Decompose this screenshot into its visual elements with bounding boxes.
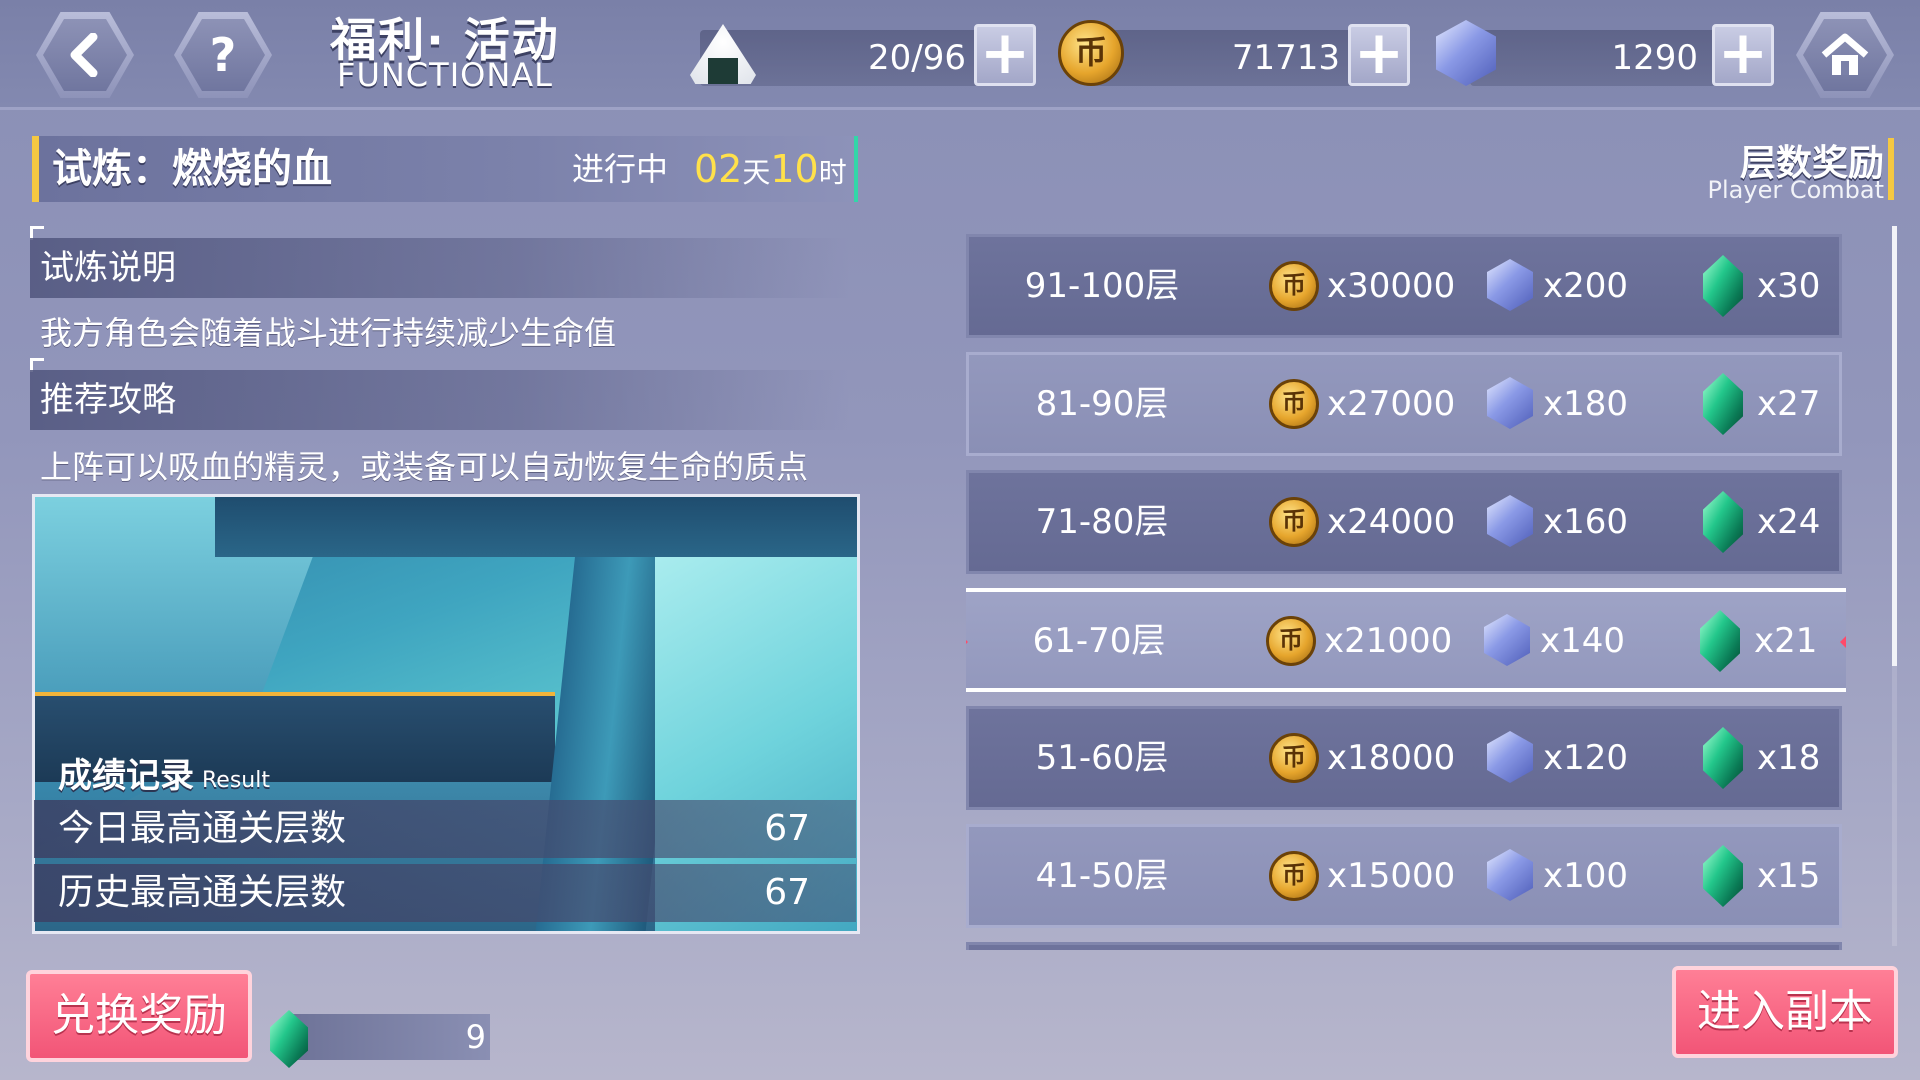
trial-status: 进行中 [572, 150, 669, 188]
description-heading: 试炼说明 [30, 238, 850, 298]
floor-range: 81-90层 [1035, 384, 1169, 424]
gem-count: 9 [465, 1018, 486, 1056]
reward-header-accent [1888, 138, 1894, 200]
selection-arrow-right-icon [1840, 628, 1846, 656]
description-text: 我方角色会随着战斗进行持续减少生命值 [40, 314, 617, 352]
reward-row-selected[interactable]: 61-70层 币 x21000 x140 x21 [966, 588, 1846, 692]
crystal-cube-icon [1487, 849, 1533, 901]
today-best-value: 67 [764, 808, 810, 849]
trial-countdown: 02天10时 [694, 136, 847, 202]
floor-range: 61-70层 [1032, 621, 1166, 661]
gem-reward: x27 [1757, 384, 1821, 424]
gem-reward: x24 [1757, 502, 1821, 542]
floor-range: 51-60层 [1035, 738, 1169, 778]
home-icon [1803, 19, 1887, 91]
gold-coin-icon: 币 [1269, 261, 1319, 311]
result-title-en: Result [202, 768, 270, 793]
floor-range: 41-50层 [1035, 856, 1169, 896]
reward-row[interactable]: 51-60层 币 x18000 x120 x18 [966, 706, 1842, 810]
today-best-row: 今日最高通关层数 67 [34, 800, 856, 858]
back-chevron-icon [43, 19, 127, 91]
green-gem-icon [1703, 727, 1743, 789]
strategy-heading: 推荐攻略 [30, 370, 850, 430]
history-best-value: 67 [764, 872, 810, 913]
reward-row[interactable] [966, 942, 1842, 950]
crystal-reward: x200 [1543, 266, 1629, 306]
gold-reward: x24000 [1327, 502, 1456, 542]
crystal-cube-icon [1487, 731, 1533, 783]
history-best-row: 历史最高通关层数 67 [34, 864, 856, 922]
page-subtitle: FUNCTIONAL [337, 56, 553, 94]
gem-reward: x15 [1757, 856, 1821, 896]
question-icon: ? [181, 19, 265, 91]
floor-range: 91-100层 [1024, 266, 1180, 306]
gold-coin-icon: 币 [1269, 733, 1319, 783]
history-best-label: 历史最高通关层数 [58, 872, 347, 913]
add-gold-button[interactable]: + [1348, 23, 1410, 86]
countdown-days-unit: 天 [742, 156, 771, 189]
green-gem-icon [1703, 255, 1743, 317]
green-gem-icon [1703, 373, 1743, 435]
trial-title: 试炼：燃烧的血 [52, 146, 332, 192]
strategy-text: 上阵可以吸血的精灵，或装备可以自动恢复生命的质点 [40, 448, 809, 486]
gold-coin-icon: 币 [1058, 20, 1124, 86]
gold-reward: x18000 [1327, 738, 1456, 778]
scrollbar-thumb[interactable] [1892, 226, 1897, 666]
countdown-hours-unit: 时 [818, 156, 847, 189]
result-title-cn: 成绩记录 [58, 756, 194, 796]
gold-coin-icon: 币 [1269, 379, 1319, 429]
gold-reward: x27000 [1327, 384, 1456, 424]
crystal-value: 1290 [1611, 38, 1698, 78]
crystal-cube-icon [1484, 614, 1530, 666]
reward-row[interactable]: 81-90层 币 x27000 x180 x27 [966, 352, 1842, 456]
countdown-days: 02 [694, 147, 743, 191]
countdown-hours: 10 [770, 147, 819, 191]
crystal-reward: x160 [1543, 502, 1629, 542]
add-crystal-button[interactable]: + [1712, 23, 1774, 86]
gold-coin-icon: 币 [1269, 851, 1319, 901]
green-gem-icon [1703, 491, 1743, 553]
crystal-cube-icon [1487, 377, 1533, 429]
crystal-cube-icon [1487, 259, 1533, 311]
reward-row[interactable]: 91-100层 币 x30000 x200 x30 [966, 234, 1842, 338]
reward-subtitle: Player Combat [1707, 176, 1884, 204]
result-title: 成绩记录 Result [58, 748, 270, 797]
gold-reward: x30000 [1327, 266, 1456, 306]
gold-coin-icon: 币 [1269, 497, 1319, 547]
reward-row[interactable]: 71-80层 币 x24000 x160 x24 [966, 470, 1842, 574]
green-gem-icon [1703, 845, 1743, 907]
reward-list[interactable]: 91-100层 币 x30000 x200 x30 81-90层 币 x2700… [966, 228, 1846, 950]
gold-value: 71713 [1231, 38, 1340, 78]
gem-reward: x21 [1754, 621, 1818, 661]
gem-reward: x18 [1757, 738, 1821, 778]
exchange-rewards-button[interactable]: 兑换奖励 [26, 970, 252, 1062]
crystal-cube-icon [1487, 495, 1533, 547]
reward-row[interactable]: 41-50层 币 x15000 x100 x15 [966, 824, 1842, 928]
today-best-label: 今日最高通关层数 [58, 808, 347, 849]
gold-reward: x15000 [1327, 856, 1456, 896]
crystal-reward: x100 [1543, 856, 1629, 896]
stamina-value: 20/96 [868, 38, 966, 78]
onigiri-nori [708, 58, 738, 84]
crystal-reward: x140 [1540, 621, 1626, 661]
floor-range: 71-80层 [1035, 502, 1169, 542]
gem-reward: x30 [1757, 266, 1821, 306]
reward-list-scrollbar[interactable] [1892, 226, 1897, 946]
crystal-reward: x120 [1543, 738, 1629, 778]
crystal-reward: x180 [1543, 384, 1629, 424]
add-stamina-button[interactable]: + [974, 23, 1036, 86]
gold-coin-icon: 币 [1266, 616, 1316, 666]
gold-reward: x21000 [1324, 621, 1453, 661]
green-gem-icon [1700, 610, 1740, 672]
scene-ceiling [215, 497, 857, 557]
enter-dungeon-button[interactable]: 进入副本 [1672, 966, 1898, 1058]
